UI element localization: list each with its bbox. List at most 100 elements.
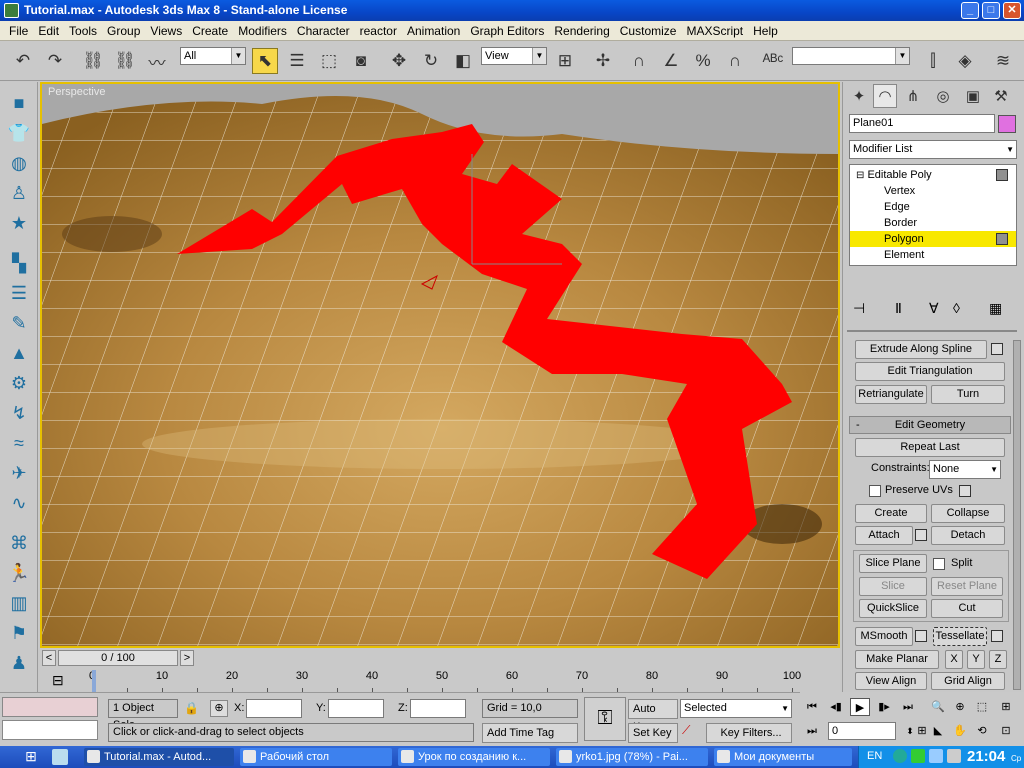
stack-toggle-icon[interactable] — [996, 233, 1008, 245]
use-pivot-center-icon[interactable]: ⊞ — [552, 48, 578, 74]
configure-modifier-sets-icon[interactable]: ▦ — [989, 300, 1002, 317]
windows-start-icon[interactable]: ⊞ — [22, 748, 40, 766]
menu-group[interactable]: Group — [102, 24, 145, 38]
select-and-rotate-icon[interactable]: ↻ — [418, 48, 444, 74]
create-button[interactable]: Create — [855, 504, 927, 523]
wave-icon[interactable]: ∿ — [6, 490, 32, 516]
network-icon[interactable] — [929, 749, 943, 763]
menu-edit[interactable]: Edit — [33, 24, 64, 38]
task-my-documents[interactable]: Мои документы — [714, 748, 852, 766]
selection-filter-dropdown[interactable]: All ▼ — [180, 47, 246, 65]
edit-geometry-rollout-header[interactable]: - Edit Geometry — [849, 416, 1011, 434]
panel-scrollbar[interactable] — [1013, 340, 1021, 690]
select-and-manipulate-icon[interactable]: ✢ — [590, 48, 616, 74]
percent-snap-icon[interactable]: % — [690, 48, 716, 74]
maxscript-mini-listener[interactable] — [2, 720, 98, 740]
menu-create[interactable]: Create — [187, 24, 233, 38]
detach-button[interactable]: Detach — [931, 526, 1005, 545]
select-object-icon[interactable]: ⬉ — [252, 48, 278, 74]
menu-graph-editors[interactable]: Graph Editors — [465, 24, 549, 38]
pin-stack-icon[interactable]: ⊣ — [853, 300, 865, 317]
time-prev-button[interactable]: < — [42, 650, 56, 666]
key-icon[interactable]: ⚿ — [584, 697, 626, 741]
menu-modifiers[interactable]: Modifiers — [233, 24, 292, 38]
y-coordinate-field[interactable] — [328, 699, 384, 718]
stack-item-polygon[interactable]: Polygon — [850, 231, 1016, 247]
key-filters-button[interactable]: Key Filters... — [706, 723, 792, 743]
lock-icon[interactable]: 🔒 — [184, 701, 199, 715]
zoom-extents-icon[interactable]: ⬚ — [972, 698, 992, 716]
mirror-icon[interactable]: ⫿ — [920, 48, 946, 74]
maxscript-listener-field[interactable] — [2, 697, 98, 717]
settings-icon[interactable] — [991, 343, 1003, 355]
object-name-field[interactable]: Plane01 — [849, 114, 995, 133]
panel-icon[interactable]: ▥ — [6, 590, 32, 616]
close-button[interactable]: ✕ — [1003, 2, 1021, 19]
planar-z-button[interactable]: Z — [989, 650, 1007, 669]
perspective-viewport[interactable]: Perspective — [40, 82, 840, 648]
set-key-button[interactable]: Set Key — [628, 723, 678, 743]
menu-views[interactable]: Views — [145, 24, 187, 38]
undo-icon[interactable]: ↶ — [10, 48, 36, 74]
camera-icon[interactable]: ⚑ — [6, 620, 32, 646]
x-coordinate-field[interactable] — [246, 699, 302, 718]
reset-plane-button[interactable]: Reset Plane — [931, 577, 1003, 596]
reference-coordinate-dropdown[interactable]: View ▼ — [481, 47, 547, 65]
language-indicator[interactable]: EN — [867, 750, 882, 762]
zoom-extents-all-icon[interactable]: ⊞ — [996, 698, 1016, 716]
motion-tab-icon[interactable]: ◎ — [931, 84, 955, 108]
time-next-button[interactable]: > — [180, 650, 194, 666]
mini-curve-editor-icon[interactable]: ⊟ — [52, 672, 64, 689]
stack-item-edge[interactable]: Edge — [884, 199, 1024, 215]
edit-named-selection-icon[interactable]: ᴬᴮᶜ — [760, 48, 786, 74]
slice-button[interactable]: Slice — [859, 577, 927, 596]
attach-button[interactable]: Attach — [855, 526, 913, 545]
key-mode-dropdown[interactable]: Selected ▼ — [680, 699, 792, 718]
auto-key-button[interactable]: Auto Key — [628, 699, 678, 733]
checker-icon[interactable]: ▚ — [6, 250, 32, 276]
redo-icon[interactable]: ↷ — [42, 48, 68, 74]
hierarchy-tab-icon[interactable]: ⋔ — [901, 84, 925, 108]
bend-modifier-icon[interactable]: ↯ — [6, 400, 32, 426]
zoom-all-icon[interactable]: ⊕ — [950, 698, 970, 716]
menu-maxscript[interactable]: MAXScript — [681, 24, 748, 38]
planar-x-button[interactable]: X — [945, 650, 963, 669]
split-checkbox[interactable] — [933, 558, 945, 570]
msmooth-button[interactable]: MSmooth — [855, 627, 913, 646]
settings-icon[interactable] — [959, 485, 971, 497]
3dsmax-app-icon[interactable] — [4, 3, 19, 18]
figure-icon[interactable]: ♟ — [6, 650, 32, 676]
arc-rotate-icon[interactable]: ⟲ — [972, 722, 992, 740]
wind-icon[interactable]: ≈ — [6, 430, 32, 456]
clock-time[interactable]: 21:04 — [967, 748, 1005, 765]
snaps-toggle-icon[interactable]: ∩ — [626, 48, 652, 74]
angle-snap-icon[interactable]: ∠ — [658, 48, 684, 74]
current-frame-marker[interactable] — [92, 670, 96, 692]
time-slider-thumb[interactable]: 0 / 100 — [58, 650, 178, 666]
make-unique-icon[interactable]: ∀ — [929, 300, 939, 317]
bind-to-space-warp-icon[interactable]: 〰 — [144, 48, 170, 74]
cylinder-stack-icon[interactable]: ☰ — [6, 280, 32, 306]
quickslice-button[interactable]: QuickSlice — [859, 599, 927, 618]
modifier-list-dropdown[interactable]: Modifier List ▼ — [849, 140, 1017, 159]
menu-customize[interactable]: Customize — [615, 24, 682, 38]
task-paint[interactable]: yrko1.jpg (78%) - Pai... — [556, 748, 708, 766]
rectangular-selection-icon[interactable]: ⬚ — [316, 48, 342, 74]
star-icon[interactable]: ★ — [6, 210, 32, 236]
display-tab-icon[interactable]: ▣ — [961, 84, 985, 108]
align-icon[interactable]: ◈ — [952, 48, 978, 74]
edit-triangulation-button[interactable]: Edit Triangulation — [855, 362, 1005, 381]
object-color-swatch[interactable] — [998, 115, 1016, 133]
select-and-scale-icon[interactable]: ◧ — [450, 48, 476, 74]
settings-icon[interactable] — [915, 630, 927, 642]
unlink-selection-icon[interactable]: ⛓ — [112, 48, 138, 74]
preserve-uvs-checkbox[interactable] — [869, 485, 881, 497]
next-frame-icon[interactable]: ▮▸ — [874, 698, 894, 716]
zoom-icon[interactable]: 🔍 — [928, 698, 948, 716]
collapse-button[interactable]: Collapse — [931, 504, 1005, 523]
task-word-document[interactable]: Урок по созданию к... — [398, 748, 550, 766]
task-tutorial-max[interactable]: Tutorial.max - Autod... — [84, 748, 234, 766]
utilities-tab-icon[interactable]: ⚒ — [989, 84, 1013, 108]
stack-item-vertex[interactable]: Vertex — [884, 183, 1024, 199]
lathe-icon[interactable]: ♙ — [6, 180, 32, 206]
